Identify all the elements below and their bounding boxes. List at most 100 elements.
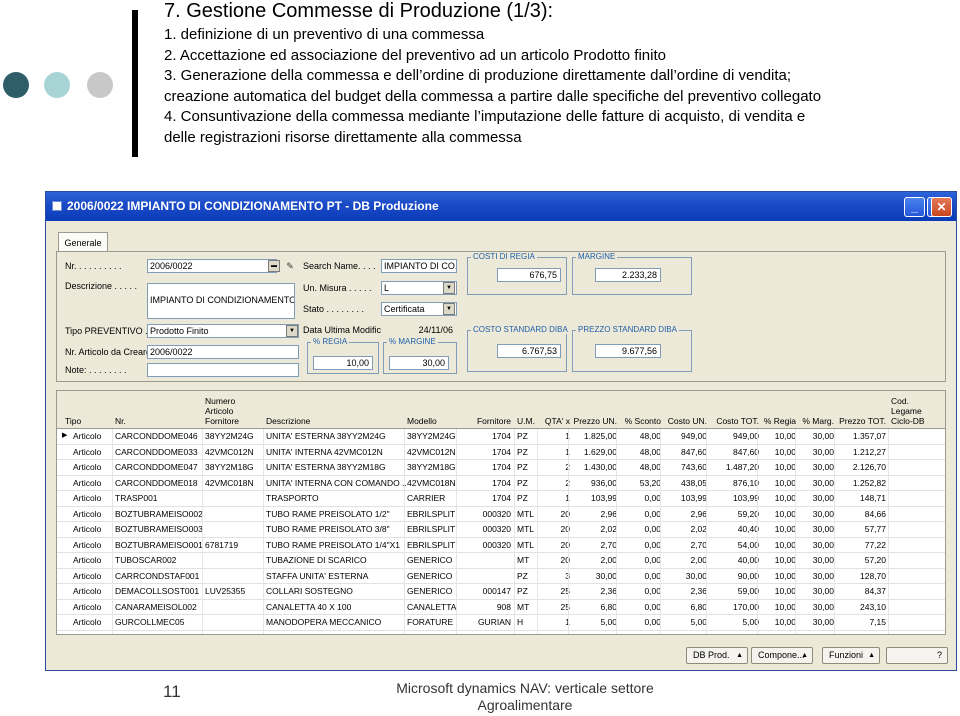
table-cell[interactable]: 2,02 [663, 523, 707, 536]
table-cell[interactable]: 57,77 [837, 523, 886, 536]
table-cell[interactable]: 84,66 [837, 508, 886, 521]
table-cell[interactable]: 2.126,70 [837, 461, 886, 474]
column-header[interactable]: QTA' x [540, 416, 570, 426]
tipo-preventivo-dropdown-icon[interactable]: ▼ [286, 325, 298, 337]
table-cell[interactable]: 5,00 [571, 616, 617, 629]
table-cell[interactable]: Articolo [73, 523, 109, 536]
table-cell[interactable]: 10,00 [760, 554, 796, 567]
table-cell[interactable]: 30,00 [798, 492, 834, 505]
table-cell[interactable]: 148,71 [837, 492, 886, 505]
table-cell[interactable]: 1.629,00 [571, 446, 617, 459]
table-cell[interactable]: 10,00 [760, 601, 796, 614]
table-cell[interactable]: 53,20 [619, 477, 661, 490]
table-cell[interactable]: 2,36 [663, 585, 707, 598]
table-cell[interactable]: GENERICO [407, 554, 459, 567]
table-cell[interactable]: 2 [540, 477, 570, 490]
table-cell[interactable]: 42VMC018N [205, 477, 265, 490]
table-cell[interactable]: GURIAN [459, 616, 511, 629]
table-cell[interactable]: EBRILSPLIT [407, 539, 459, 552]
table-cell[interactable]: COLLARI SOSTEGNO [266, 585, 406, 598]
stato-dropdown-icon[interactable]: ▼ [443, 303, 455, 315]
column-header[interactable]: Prezzo UN. [571, 416, 617, 426]
table-cell[interactable]: 2,00 [571, 554, 617, 567]
table-cell[interactable]: 30,00 [798, 461, 834, 474]
table-row[interactable]: Articolo CARCONDDOME033 42VMC012N UNITA' IN… [57, 445, 945, 460]
table-cell[interactable]: 30,00 [798, 554, 834, 567]
table-cell[interactable]: 40,40 [709, 523, 759, 536]
column-header[interactable]: Cod. Legame Ciclo-DB [891, 396, 931, 426]
table-cell[interactable]: 1 [540, 430, 570, 443]
table-row[interactable]: Articolo TUBOSCAR002 TUBAZIONE DI SCARICO G… [57, 553, 945, 569]
table-cell[interactable]: 10,00 [760, 430, 796, 443]
table-row[interactable]: Articolo BOZTUBRAMEISO001 6781719 TUBO RAME… [57, 538, 945, 553]
table-cell[interactable]: Articolo [73, 570, 109, 583]
table-cell[interactable]: CARRIER [407, 492, 459, 505]
table-cell[interactable]: CARCONDDOME047 [115, 461, 203, 474]
table-cell[interactable]: 438,05 [663, 477, 707, 490]
table-cell[interactable]: 48,00 [619, 446, 661, 459]
table-cell[interactable]: TRASP001 [115, 492, 203, 505]
help-button[interactable]: ? [886, 647, 948, 664]
nr-lookup-icon[interactable]: ▬ [268, 260, 280, 272]
table-cell[interactable]: 10,00 [760, 616, 796, 629]
minimize-button[interactable]: _ [904, 197, 925, 217]
table-cell[interactable]: TUBAZIONE DI SCARICO [266, 554, 406, 567]
table-cell[interactable]: UNITA' INTERNA CON COMANDO ... [266, 477, 406, 490]
table-cell[interactable]: 2,96 [663, 508, 707, 521]
table-cell[interactable]: 38YY2M24G [205, 430, 265, 443]
table-cell[interactable]: 0,00 [619, 508, 661, 521]
table-cell[interactable]: TUBOSCAR002 [115, 554, 203, 567]
table-cell[interactable]: TRASPORTO [266, 492, 406, 505]
column-header[interactable]: Prezzo TOT. [837, 416, 886, 426]
table-cell[interactable]: 2,00 [663, 554, 707, 567]
table-cell[interactable]: 30,00 [663, 570, 707, 583]
window-titlebar[interactable]: 2006/0022 IMPIANTO DI CONDIZIONAMENTO PT… [46, 192, 956, 221]
column-header[interactable]: Tipo [65, 416, 109, 426]
compone-button[interactable]: Compone... ▲ [751, 647, 813, 664]
table-cell[interactable]: 2.288,00 [837, 632, 886, 635]
table-cell[interactable]: 10,00 [760, 570, 796, 583]
table-row[interactable]: Articolo CARCONDDOME018 42VMC018N UNITA' IN… [57, 476, 945, 491]
table-cell[interactable]: UNITA' ESTERNA 38YY2M24G [266, 430, 406, 443]
table-cell[interactable]: Articolo [73, 446, 109, 459]
table-cell[interactable]: 30,00 [798, 508, 834, 521]
table-cell[interactable]: GURCOLLMEC05 [115, 616, 203, 629]
search-name-field[interactable]: IMPIANTO DI CO... [381, 259, 457, 273]
table-cell[interactable]: 000320 [459, 539, 511, 552]
column-header[interactable]: Fornitore [459, 416, 511, 426]
table-cell[interactable]: 20 [540, 539, 570, 552]
table-cell[interactable]: 10,00 [760, 632, 796, 635]
table-row[interactable]: Articolo CARCONDDOME047 38YY2M18G UNITA' ES… [57, 460, 945, 476]
table-cell[interactable]: FORATURE [407, 616, 459, 629]
table-cell[interactable]: Articolo [73, 554, 109, 567]
table-cell[interactable]: Articolo [73, 601, 109, 614]
table-cell[interactable]: 10,00 [760, 461, 796, 474]
table-cell[interactable]: 48,00 [619, 461, 661, 474]
table-cell[interactable]: 2,96 [571, 508, 617, 521]
table-cell[interactable]: 6,80 [571, 601, 617, 614]
table-cell[interactable]: 48,00 [619, 430, 661, 443]
descrizione-field[interactable]: IMPIANTO DI CONDIZIONAMENTO PT [147, 283, 295, 319]
table-cell[interactable]: 10,00 [760, 477, 796, 490]
nr-articolo-field[interactable]: 2006/0022 [147, 345, 299, 359]
table-cell[interactable]: 20 [540, 508, 570, 521]
table-cell[interactable]: 5,00 [663, 616, 707, 629]
table-cell[interactable]: 1.212,27 [837, 446, 886, 459]
table-cell[interactable]: CARCONDDOME033 [115, 446, 203, 459]
table-cell[interactable]: MANODOPERA MECCANICO [266, 616, 406, 629]
table-cell[interactable]: 000320 [459, 508, 511, 521]
table-cell[interactable]: 1 [540, 616, 570, 629]
table-cell[interactable]: 103,99 [663, 492, 707, 505]
tab-generale[interactable]: Generale [58, 232, 108, 252]
table-cell[interactable]: CANARAMEISOL002 [115, 601, 203, 614]
table-cell[interactable]: 6781719 [205, 539, 265, 552]
table-cell[interactable]: 10,00 [760, 523, 796, 536]
table-cell[interactable]: 1.825,00 [571, 430, 617, 443]
table-cell[interactable]: 30,00 [798, 601, 834, 614]
perc-margine-field[interactable]: 30,00 [389, 356, 449, 370]
table-cell[interactable]: Articolo [73, 461, 109, 474]
table-cell[interactable]: 1.430,00 [571, 461, 617, 474]
table-cell[interactable]: BOZTUBRAMEISO003 [115, 523, 203, 536]
table-cell[interactable]: Articolo [73, 539, 109, 552]
table-cell[interactable]: 42VMC012N [205, 446, 265, 459]
